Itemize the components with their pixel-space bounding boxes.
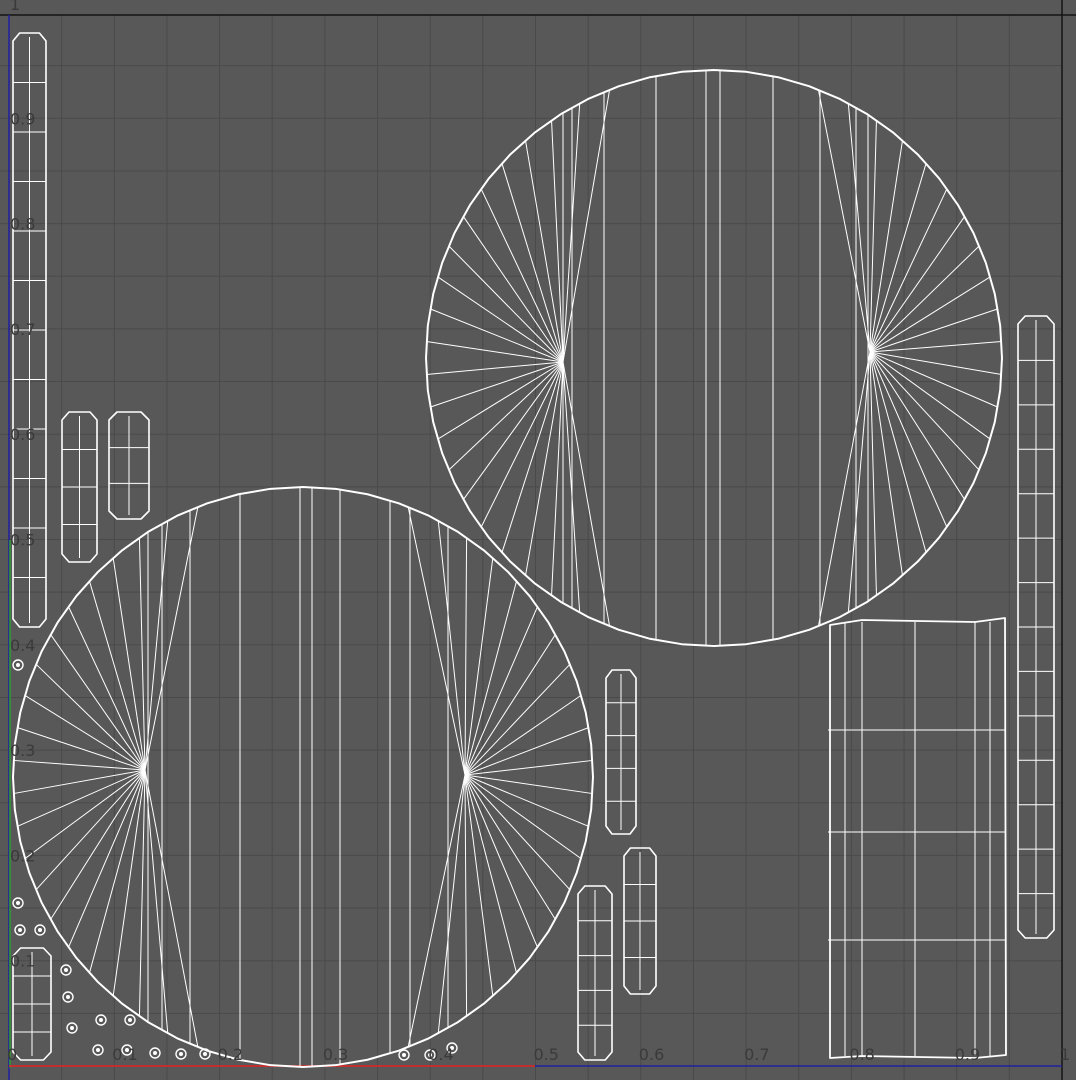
v-tick-label: 0.8 [10, 215, 35, 234]
v-tick-label: 0.5 [10, 531, 35, 550]
u-tick-label: 0.3 [323, 1045, 348, 1064]
u-tick-label: 0.2 [218, 1045, 243, 1064]
v-tick-label: 0.9 [10, 109, 35, 128]
small-piece-center [96, 1048, 100, 1052]
v-tick-label: 0.3 [10, 741, 35, 760]
uv-editor-viewport[interactable]: 1 0 0.1 0.2 0.3 0.4 0.5 0.6 0.7 0.8 0.9 1 0.1 0.2 0.3 0… [0, 0, 1076, 1080]
u-tick-label: 0.6 [639, 1045, 664, 1064]
small-piece-center [99, 1018, 103, 1022]
small-piece-center [203, 1052, 207, 1056]
u-tick-label: 0 [7, 1045, 17, 1064]
small-piece-center [38, 928, 42, 932]
v-tick-label: 0.1 [10, 952, 35, 971]
small-piece-center [128, 1018, 132, 1022]
u-tick-label: 0.8 [849, 1045, 874, 1064]
small-piece-center [153, 1051, 157, 1055]
small-piece-center [179, 1052, 183, 1056]
v-tick-label: 0.7 [10, 320, 35, 339]
corner-label: 1 [10, 0, 20, 14]
u-tick-label: 1 [1060, 1045, 1070, 1064]
v-tick-label: 0.6 [10, 425, 35, 444]
small-piece-center [18, 928, 22, 932]
small-piece-center [16, 901, 20, 905]
u-tick-label: 0.9 [955, 1045, 980, 1064]
small-piece-center [64, 968, 68, 972]
small-piece-center [16, 663, 20, 667]
u-tick-label: 0.1 [112, 1045, 137, 1064]
uv-canvas[interactable]: 1 0 0.1 0.2 0.3 0.4 0.5 0.6 0.7 0.8 0.9 1 0.1 0.2 0.3 0… [0, 0, 1076, 1080]
small-piece-center [70, 1026, 74, 1030]
u-tick-label: 0.4 [428, 1045, 453, 1064]
small-piece-center [402, 1053, 406, 1057]
v-tick-label: 0.2 [10, 846, 35, 865]
u-tick-label: 0.5 [534, 1045, 559, 1064]
v-tick-label: 0.4 [10, 636, 35, 655]
u-tick-label: 0.7 [744, 1045, 769, 1064]
small-piece-center [66, 995, 70, 999]
